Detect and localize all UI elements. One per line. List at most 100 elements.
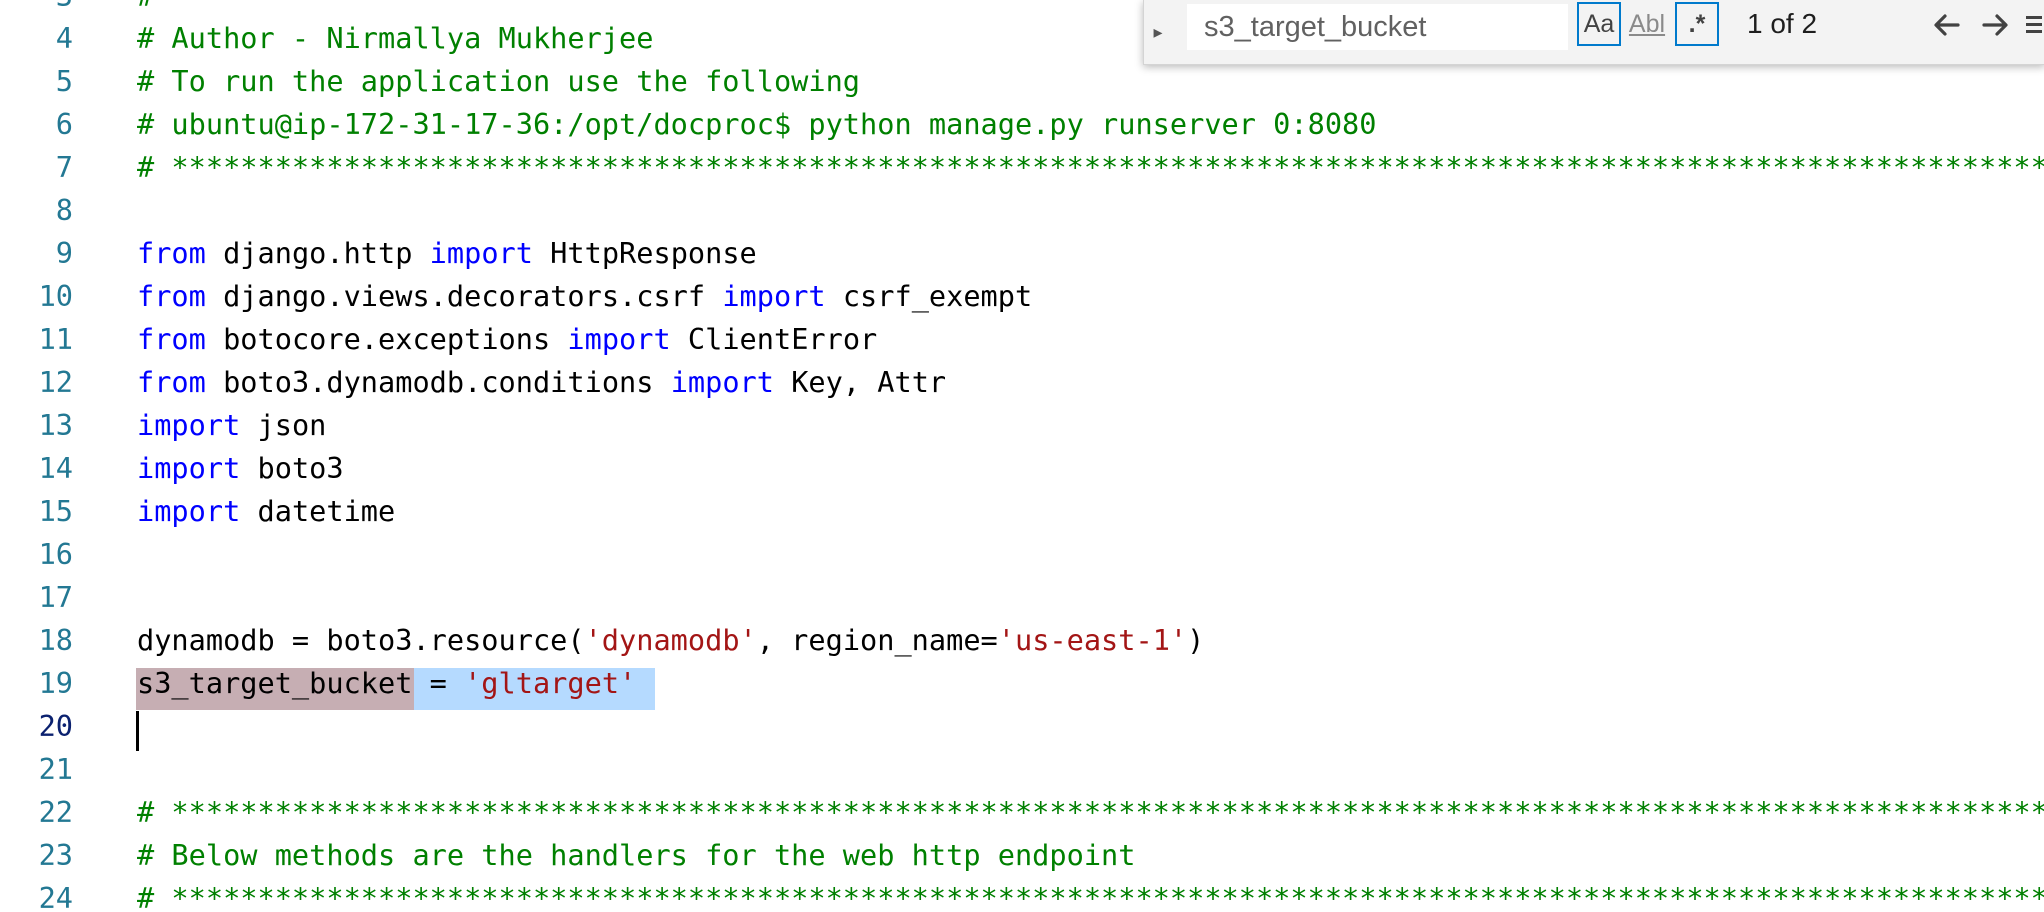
comment-token: # **************************************… [137, 795, 2044, 829]
code-line[interactable]: 12 from boto3.dynamodb.conditions import … [0, 361, 2044, 404]
keyword-token: from [137, 236, 206, 270]
code-line[interactable]: 21 [0, 748, 2044, 791]
whole-word-icon: Abl [1628, 9, 1666, 38]
line-code: from django.http import HttpResponse [137, 232, 757, 275]
code-line[interactable]: 19 s3_target_bucket = 'gltarget' [0, 662, 2044, 705]
code-line[interactable]: 16 [0, 533, 2044, 576]
code-line[interactable]: 11 from botocore.exceptions import Client… [0, 318, 2044, 361]
match-count: 1 of 2 [1747, 8, 1818, 39]
line-number: 11 [38, 322, 73, 356]
plain-token: boto3 [240, 451, 344, 485]
find-in-selection-button[interactable] [2022, 4, 2044, 46]
use-regex-button[interactable]: .* [1675, 2, 1719, 46]
plain-token: dynamodb = boto3.resource( [137, 623, 585, 657]
plain-token: django.views.decorators.csrf [205, 279, 723, 313]
line-code: from botocore.exceptions import ClientEr… [137, 318, 877, 361]
code-line[interactable]: 15 import datetime [0, 490, 2044, 533]
find-input[interactable] [1188, 5, 1568, 49]
plain-token: Key, Attr [773, 365, 947, 399]
line-code: # **************************************… [137, 146, 2044, 189]
line-code: import datetime [137, 490, 395, 533]
line-number: 8 [55, 193, 73, 227]
previous-match-button[interactable] [1924, 4, 1968, 46]
line-code: # Author - Nirmallya Mukherjee [137, 17, 653, 60]
plain-token: boto3.dynamodb.conditions [205, 365, 671, 399]
comment-token: # Below methods are the handlers for the… [137, 838, 1136, 872]
line-number: 4 [55, 21, 73, 55]
plain-token: botocore.exceptions [205, 322, 568, 356]
plain-token: ) [1187, 623, 1205, 657]
line-code: # **************************************… [137, 877, 2044, 912]
keyword-token: import [722, 279, 826, 313]
line-number: 19 [38, 666, 73, 700]
line-number: 18 [38, 623, 73, 657]
find-input-container [1187, 4, 1568, 50]
code-line[interactable]: 17 [0, 576, 2044, 619]
line-number: 7 [55, 150, 73, 184]
line-code: dynamodb = boto3.resource('dynamodb', re… [137, 619, 1204, 662]
string-token: 'us-east-1' [997, 623, 1188, 657]
line-code: s3_target_bucket = 'gltarget' [137, 662, 636, 705]
code-line[interactable]: 23 # Below methods are the handlers for t… [0, 834, 2044, 877]
code-line[interactable]: 14 import boto3 [0, 447, 2044, 490]
match-case-icon: Aa [1583, 9, 1615, 38]
line-number: 17 [38, 580, 73, 614]
keyword-token: from [137, 279, 206, 313]
line-number: 3 [0, 0, 73, 18]
line-code: # **************************************… [137, 791, 2044, 834]
line-number: 24 [38, 881, 73, 912]
string-token: 'dynamodb' [584, 623, 757, 657]
code-line[interactable]: 20 [0, 705, 2044, 748]
code-line[interactable]: 13 import json [0, 404, 2044, 447]
keyword-token: import [137, 408, 241, 442]
line-number: 13 [38, 408, 73, 442]
code-line[interactable]: 10 from django.views.decorators.csrf impo… [0, 275, 2044, 318]
line-code: import json [137, 404, 326, 447]
line-number: 22 [38, 795, 73, 829]
arrow-left-icon [1934, 14, 1960, 36]
code-line[interactable]: 6 # ubuntu@ip-172-31-17-36:/opt/docproc$ … [0, 103, 2044, 146]
line-number: 12 [38, 365, 73, 399]
plain-token: json [240, 408, 327, 442]
code-line[interactable]: 8 [0, 189, 2044, 232]
code-line[interactable]: 24 # ************************************… [0, 877, 2044, 912]
comment-token: # **************************************… [137, 150, 2044, 184]
plain-token: ClientError [670, 322, 878, 356]
keyword-token: import [567, 322, 671, 356]
find-widget: ▸ Aa Abl .* 1 of 2 [1143, 0, 2044, 65]
regex-icon: .* [1688, 9, 1706, 38]
plain-token: datetime [240, 494, 396, 528]
line-number: 10 [38, 279, 73, 313]
keyword-token: import [137, 451, 241, 485]
line-code: from boto3.dynamodb.conditions import Ke… [137, 361, 946, 404]
code-line[interactable]: 9 from django.http import HttpResponse [0, 232, 2044, 275]
match-whole-word-button[interactable]: Abl [1625, 2, 1669, 46]
line-code: # Below methods are the handlers for the… [137, 834, 1135, 877]
code-line[interactable]: 18 dynamodb = boto3.resource('dynamodb', … [0, 619, 2044, 662]
line-number: 20 [38, 709, 73, 743]
line-number: 14 [38, 451, 73, 485]
line-number: 21 [38, 752, 73, 786]
keyword-token: import [429, 236, 533, 270]
code-line[interactable]: 22 # ************************************… [0, 791, 2044, 834]
code-line[interactable]: 5 # To run the application use the follow… [0, 60, 2044, 103]
chevron-right-icon: ▸ [1153, 21, 1163, 42]
line-number: 16 [38, 537, 73, 571]
next-match-button[interactable] [1974, 4, 2018, 46]
plain-token: HttpResponse [532, 236, 757, 270]
line-code: # ubuntu@ip-172-31-17-36:/opt/docproc$ p… [137, 103, 1376, 146]
toggle-replace-button[interactable]: ▸ [1144, 0, 1172, 64]
keyword-token: import [670, 365, 774, 399]
plain-token: , region_name= [756, 623, 998, 657]
match-case-button[interactable]: Aa [1577, 2, 1621, 46]
line-number: 6 [55, 107, 73, 141]
plain-token: csrf_exempt [825, 279, 1033, 313]
string-token: 'gltarget' [464, 666, 637, 700]
code-line[interactable]: 7 # *************************************… [0, 146, 2044, 189]
line-number: 15 [38, 494, 73, 528]
keyword-token: import [137, 494, 241, 528]
comment-token: # **************************************… [137, 881, 2044, 912]
text-cursor [136, 711, 139, 751]
line-code: # To run the application use the followi… [137, 60, 860, 103]
code-editor[interactable]: 3 # *************************************… [0, 0, 2044, 912]
